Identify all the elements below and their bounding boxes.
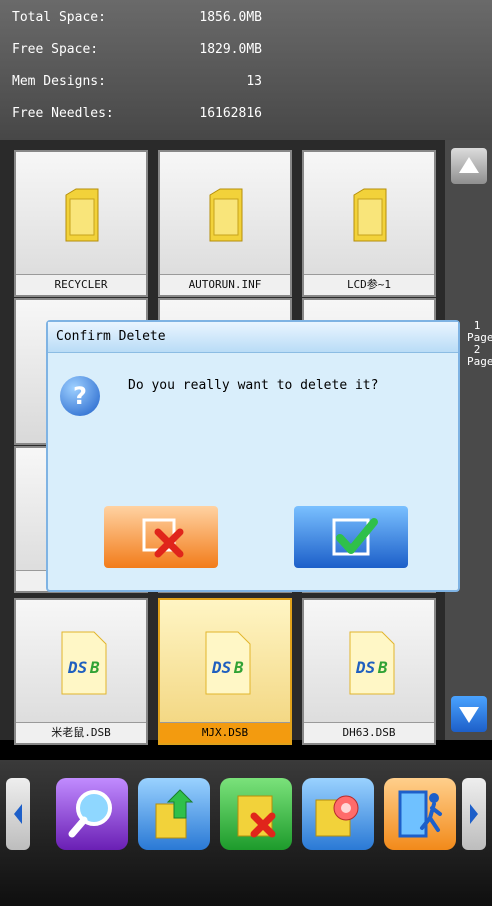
free-space-label: Free Space: xyxy=(12,42,99,57)
storage-info-panel: Total Space: 1856.0MB Free Space: 1829.0… xyxy=(0,0,492,142)
svg-text:B: B xyxy=(89,658,100,677)
cancel-delete-button[interactable] xyxy=(104,506,218,568)
mem-designs-label: Mem Designs: xyxy=(12,74,106,89)
file-name: LCD参~1 xyxy=(304,274,434,295)
exit-icon xyxy=(398,790,442,838)
svg-text:DS: DS xyxy=(355,658,376,677)
pattern-button[interactable] xyxy=(302,778,374,850)
file-name: MJX.DSB xyxy=(160,722,290,743)
delete-button[interactable] xyxy=(220,778,292,850)
cancel-x-icon xyxy=(142,518,184,558)
total-space-label: Total Space: xyxy=(12,10,106,25)
exit-button[interactable] xyxy=(384,778,456,850)
svg-text:DS: DS xyxy=(211,658,232,677)
search-icon xyxy=(68,790,112,838)
check-icon xyxy=(332,518,378,556)
toolbar-next-button[interactable] xyxy=(462,778,486,850)
file-tile-recycler[interactable]: RECYCLER xyxy=(14,150,148,297)
delete-icon xyxy=(237,795,276,838)
file-tile-mickey[interactable]: DS B 米老鼠.DSB xyxy=(14,598,148,745)
free-space-row: Free Space: 1829.0MB xyxy=(12,36,262,66)
dialog-message: Do you really want to delete it? xyxy=(128,378,379,393)
arrow-up-icon xyxy=(459,157,479,173)
file-name: RECYCLER xyxy=(16,274,146,295)
file-tile-autorun[interactable]: AUTORUN.INF xyxy=(158,150,292,297)
confirm-delete-button[interactable] xyxy=(294,506,408,568)
folder-icon xyxy=(65,188,99,242)
toolbar-prev-button[interactable] xyxy=(6,778,30,850)
arrow-down-icon xyxy=(459,707,479,723)
dialog-title: Confirm Delete xyxy=(48,322,458,353)
svg-text:B: B xyxy=(233,658,244,677)
question-icon: ? xyxy=(60,376,100,416)
page-indicator: 1 Page/ 2 Pages xyxy=(467,319,492,368)
folder-icon xyxy=(209,188,243,242)
confirm-delete-dialog: Confirm Delete ? Do you really want to d… xyxy=(46,320,460,592)
page-down-button[interactable] xyxy=(451,696,487,732)
free-needles-row: Free Needles: 16162816 xyxy=(12,100,262,130)
pattern-icon xyxy=(315,795,359,837)
chevron-right-icon xyxy=(470,804,478,824)
file-name: AUTORUN.INF xyxy=(160,274,290,295)
free-needles-value: 16162816 xyxy=(199,106,262,121)
svg-text:B: B xyxy=(377,658,388,677)
bottom-toolbar xyxy=(0,760,492,906)
file-name: DH63.DSB xyxy=(304,722,434,743)
file-tile-dh63[interactable]: DS B DH63.DSB xyxy=(302,598,436,745)
search-button[interactable] xyxy=(56,778,128,850)
file-tile-lcd[interactable]: LCD参~1 xyxy=(302,150,436,297)
dsb-file-icon: DS B xyxy=(61,631,107,695)
dsb-file-icon: DS B xyxy=(349,631,395,695)
free-needles-label: Free Needles: xyxy=(12,106,114,121)
import-icon xyxy=(155,789,194,839)
page-up-button[interactable] xyxy=(451,148,487,184)
svg-text:DS: DS xyxy=(67,658,88,677)
file-tile-mjx-selected[interactable]: DS B MJX.DSB xyxy=(158,598,292,745)
import-button[interactable] xyxy=(138,778,210,850)
folder-icon xyxy=(353,188,387,242)
mem-designs-row: Mem Designs: 13 xyxy=(12,68,262,98)
free-space-value: 1829.0MB xyxy=(199,42,262,57)
chevron-left-icon xyxy=(14,804,22,824)
mem-designs-value: 13 xyxy=(246,74,262,89)
file-name: 米老鼠.DSB xyxy=(16,722,146,743)
total-space-row: Total Space: 1856.0MB xyxy=(12,4,262,34)
dsb-file-icon: DS B xyxy=(205,631,251,695)
total-space-value: 1856.0MB xyxy=(199,10,262,25)
